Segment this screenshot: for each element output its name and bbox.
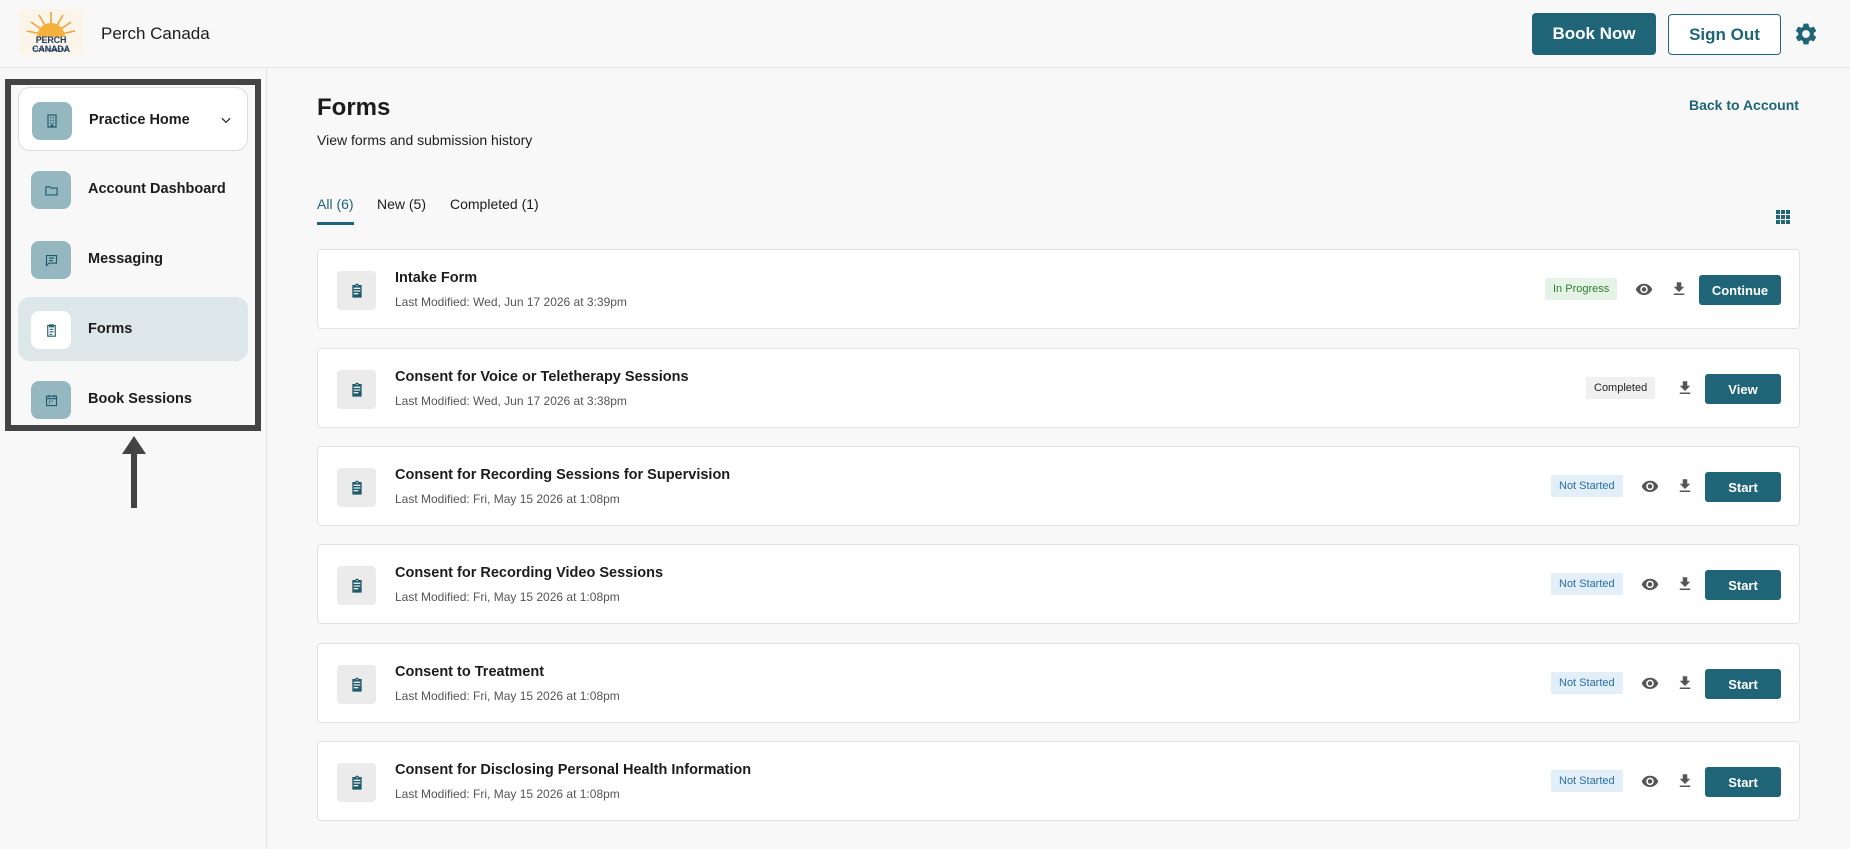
calendar-icon <box>31 381 71 419</box>
clipboard-icon <box>337 370 376 409</box>
clipboard-icon <box>337 468 376 507</box>
sidebar-item-label: Practice Home <box>89 112 190 128</box>
logo-subtext: COUNSELING <box>33 47 69 52</box>
form-card: Consent to Treatment Last Modified: Fri,… <box>317 643 1800 723</box>
eye-icon[interactable] <box>1635 280 1653 298</box>
folder-icon <box>31 171 71 209</box>
eye-icon[interactable] <box>1641 477 1659 495</box>
page-subtitle: View forms and submission history <box>317 132 533 148</box>
building-icon <box>32 102 72 140</box>
tab-all[interactable]: All (6) <box>317 196 354 212</box>
sign-out-button[interactable]: Sign Out <box>1668 14 1781 55</box>
download-icon[interactable] <box>1670 280 1688 298</box>
status-badge: In Progress <box>1545 278 1618 300</box>
download-icon[interactable] <box>1676 477 1694 495</box>
continue-button[interactable]: Continue <box>1699 275 1781 305</box>
clipboard-icon <box>337 665 376 704</box>
form-card: Consent for Recording Video Sessions Las… <box>317 544 1800 624</box>
sidebar-item-book-sessions[interactable]: Book Sessions <box>18 367 248 431</box>
clipboard-icon <box>31 311 71 349</box>
sidebar-item-messaging[interactable]: Messaging <box>18 227 248 291</box>
download-icon[interactable] <box>1676 379 1694 397</box>
sidebar-item-label: Messaging <box>88 251 163 267</box>
form-card: Consent for Recording Sessions for Super… <box>317 446 1800 526</box>
form-card: Consent for Disclosing Personal Health I… <box>317 741 1800 821</box>
form-title: Intake Form <box>395 270 478 286</box>
book-now-button[interactable]: Book Now <box>1532 13 1656 55</box>
status-badge: Not Started <box>1551 770 1623 792</box>
chevron-down-icon[interactable] <box>219 113 233 127</box>
form-last-modified: Last Modified: Wed, Jun 17 2026 at 3:39p… <box>395 295 627 309</box>
form-title: Consent for Voice or Teletherapy Session… <box>395 369 689 385</box>
start-button[interactable]: Start <box>1705 570 1781 600</box>
status-badge: Completed <box>1586 377 1656 399</box>
eye-icon[interactable] <box>1641 575 1659 593</box>
form-card: Intake Form Last Modified: Wed, Jun 17 2… <box>317 249 1800 329</box>
download-icon[interactable] <box>1676 575 1694 593</box>
form-title: Consent for Recording Video Sessions <box>395 565 664 581</box>
grid-view-icon[interactable] <box>1776 210 1790 224</box>
form-last-modified: Last Modified: Fri, May 15 2026 at 1:08p… <box>395 689 620 703</box>
logo[interactable]: PERCH CANADA COUNSELING <box>19 9 83 55</box>
sidebar-item-practice-home[interactable]: Practice Home <box>18 87 248 151</box>
sidebar-item-label: Forms <box>88 321 133 337</box>
sidebar-item-forms[interactable]: Forms <box>18 297 248 361</box>
eye-icon[interactable] <box>1641 772 1659 790</box>
gear-icon[interactable] <box>1793 21 1819 47</box>
form-last-modified: Last Modified: Wed, Jun 17 2026 at 3:38p… <box>395 394 627 408</box>
sidebar-item-label: Book Sessions <box>88 391 192 407</box>
tab-completed[interactable]: Completed (1) <box>450 196 539 212</box>
form-last-modified: Last Modified: Fri, May 15 2026 at 1:08p… <box>395 590 620 604</box>
clipboard-icon <box>337 271 376 310</box>
form-title: Consent for Recording Sessions for Super… <box>395 467 731 483</box>
arrow-up-icon <box>122 436 146 508</box>
back-to-account-link[interactable]: Back to Account <box>1689 97 1799 113</box>
start-button[interactable]: Start <box>1705 669 1781 699</box>
clipboard-icon <box>337 763 376 802</box>
form-title: Consent for Disclosing Personal Health I… <box>395 762 752 778</box>
start-button[interactable]: Start <box>1705 472 1781 502</box>
start-button[interactable]: Start <box>1705 767 1781 797</box>
app-name: Perch Canada <box>101 24 210 43</box>
sidebar-item-account-dashboard[interactable]: Account Dashboard <box>18 157 248 221</box>
status-badge: Not Started <box>1551 475 1623 497</box>
tab-new[interactable]: New (5) <box>377 196 426 212</box>
form-last-modified: Last Modified: Fri, May 15 2026 at 1:08p… <box>395 787 620 801</box>
status-badge: Not Started <box>1551 573 1623 595</box>
view-button[interactable]: View <box>1705 374 1781 404</box>
active-tab-indicator <box>317 222 354 225</box>
eye-icon[interactable] <box>1641 674 1659 692</box>
download-icon[interactable] <box>1676 674 1694 692</box>
chat-icon <box>31 241 71 279</box>
form-card: Consent for Voice or Teletherapy Session… <box>317 348 1800 428</box>
status-badge: Not Started <box>1551 672 1623 694</box>
clipboard-icon <box>337 566 376 605</box>
form-title: Consent to Treatment <box>395 664 545 680</box>
page-title: Forms <box>317 94 391 121</box>
form-last-modified: Last Modified: Fri, May 15 2026 at 1:08p… <box>395 492 620 506</box>
top-bar: PERCH CANADA COUNSELING Perch Canada Boo… <box>0 0 1850 68</box>
download-icon[interactable] <box>1676 772 1694 790</box>
sidebar-item-label: Account Dashboard <box>88 181 226 197</box>
